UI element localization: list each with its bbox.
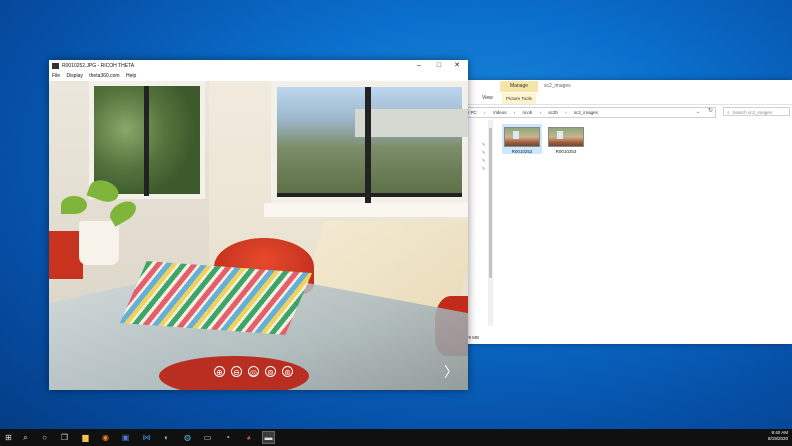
zoom-out-icon[interactable]: ⊖ [231,366,242,377]
menu-bar: File Display theta360.com Help [49,72,468,81]
breadcrumb-sep-icon: › [539,110,542,115]
app-icon[interactable]: ◔ [222,432,233,443]
scene-leaf [61,196,87,214]
zoom-in-icon[interactable]: ⊕ [214,366,225,377]
reset-view-icon[interactable]: ◎ [248,366,259,377]
firefox-icon[interactable]: ◉ [100,432,111,443]
ribbon-tabs: View Picture Tools [466,93,792,105]
breadcrumb-ricoh[interactable]: ricoh [523,110,533,115]
scene-sill [264,203,468,217]
pin-icon: ✎ [482,158,486,163]
menu-file[interactable]: File [52,73,60,79]
scrollbar-thumb[interactable] [489,128,492,278]
pin-icon: ✎ [482,150,486,155]
scene-placemat [119,261,313,335]
file-explorer-window: Manage sc2_images View Picture Tools s P… [466,80,792,344]
terminal-icon[interactable]: ▭ [202,432,213,443]
system-clock[interactable]: 9:40 AM 8/19/2020 [768,430,788,442]
vscode-icon[interactable]: ⋈ [141,432,152,443]
cortana-icon[interactable]: ○ [39,432,50,443]
taskbar: ⊞ ⌕ ○ ❐ ▆ ◉ ▣ ⋈ ◐ ◍ ▭ ◔ ◕ ▬ 9:40 AM 8/19… [0,429,792,446]
tab-picture-tools[interactable]: Picture Tools [502,93,536,104]
app-icon [52,63,59,69]
menu-display[interactable]: Display [66,73,82,79]
breadcrumb-this-pc[interactable]: s PC [467,110,477,115]
breadcrumb-sc2-images[interactable]: sc2_images [574,110,598,115]
theta-viewer-window: R0010252.JPG - RICOH THETA – □ ✕ File Di… [49,60,468,390]
window-title: R0010252.JPG - RICOH THETA [62,63,135,69]
scene-window [271,81,468,203]
file-name: R0010253 [555,149,577,154]
clock-date: 8/19/2020 [767,436,788,441]
pin-icon: ✎ [482,166,486,171]
refresh-icon[interactable]: ↻ [706,107,715,116]
panorama-view[interactable]: ⊕ ⊖ ◎ ⊚ ⊛ 〉 [49,81,468,390]
scene-chair [49,231,83,279]
app-icon[interactable]: ◐ [161,432,172,443]
title-bar[interactable]: R0010252.JPG - RICOH THETA – □ ✕ [49,60,468,72]
file-explorer-icon[interactable]: ▆ [80,432,91,443]
chevron-down-icon[interactable]: ⌄ [696,107,700,117]
navigation-pane: ✎ ✎ ✎ ✎ [466,120,489,326]
next-image-icon[interactable]: 〉 [444,365,458,379]
menu-theta360[interactable]: theta360.com [89,73,119,79]
address-bar[interactable]: s PC › Videos › ricoh › sc2b › sc2_image… [466,107,716,118]
tab-view[interactable]: View [482,93,493,104]
context-title: sc2_images [544,83,571,89]
breadcrumb-videos[interactable]: Videos [493,110,507,115]
breadcrumb-sep-icon: › [513,110,516,115]
app-icon[interactable]: ◕ [243,432,254,443]
start-icon[interactable]: ⊞ [3,432,14,443]
file-name: R0010252 [511,149,533,154]
ribbon-context-bar: Manage sc2_images [466,80,792,93]
search-input[interactable]: Search sc2_images [723,107,790,116]
file-thumbnail [548,127,584,147]
minimize-icon[interactable]: – [410,60,428,72]
scene-plant-pot [79,221,119,265]
file-item[interactable]: R0010252 [502,124,542,154]
theta-taskbar-icon[interactable]: ▬ [262,431,275,444]
nav-scrollbar[interactable] [488,120,493,326]
breadcrumb-sep-icon: › [565,110,567,115]
breadcrumb-sep-icon: › [484,110,486,115]
breadcrumb-sc2b[interactable]: sc2b [548,110,558,115]
close-icon[interactable]: ✕ [448,60,466,72]
viewer-controls: ⊕ ⊖ ◎ ⊚ ⊛ [214,366,293,380]
file-item[interactable]: R0010253 [546,124,586,154]
app-icon[interactable]: ▣ [120,432,131,443]
task-view-icon[interactable]: ❐ [59,432,70,443]
search-icon[interactable]: ⌕ [20,432,31,443]
app-icon[interactable]: ◍ [182,432,193,443]
menu-help[interactable]: Help [126,73,136,79]
fullscreen-icon[interactable]: ⊛ [282,366,293,377]
pin-icon: ✎ [482,142,486,147]
file-thumbnail [504,127,540,147]
auto-rotate-icon[interactable]: ⊚ [265,366,276,377]
tab-manage[interactable]: Manage [500,81,538,92]
maximize-icon[interactable]: □ [430,60,448,72]
